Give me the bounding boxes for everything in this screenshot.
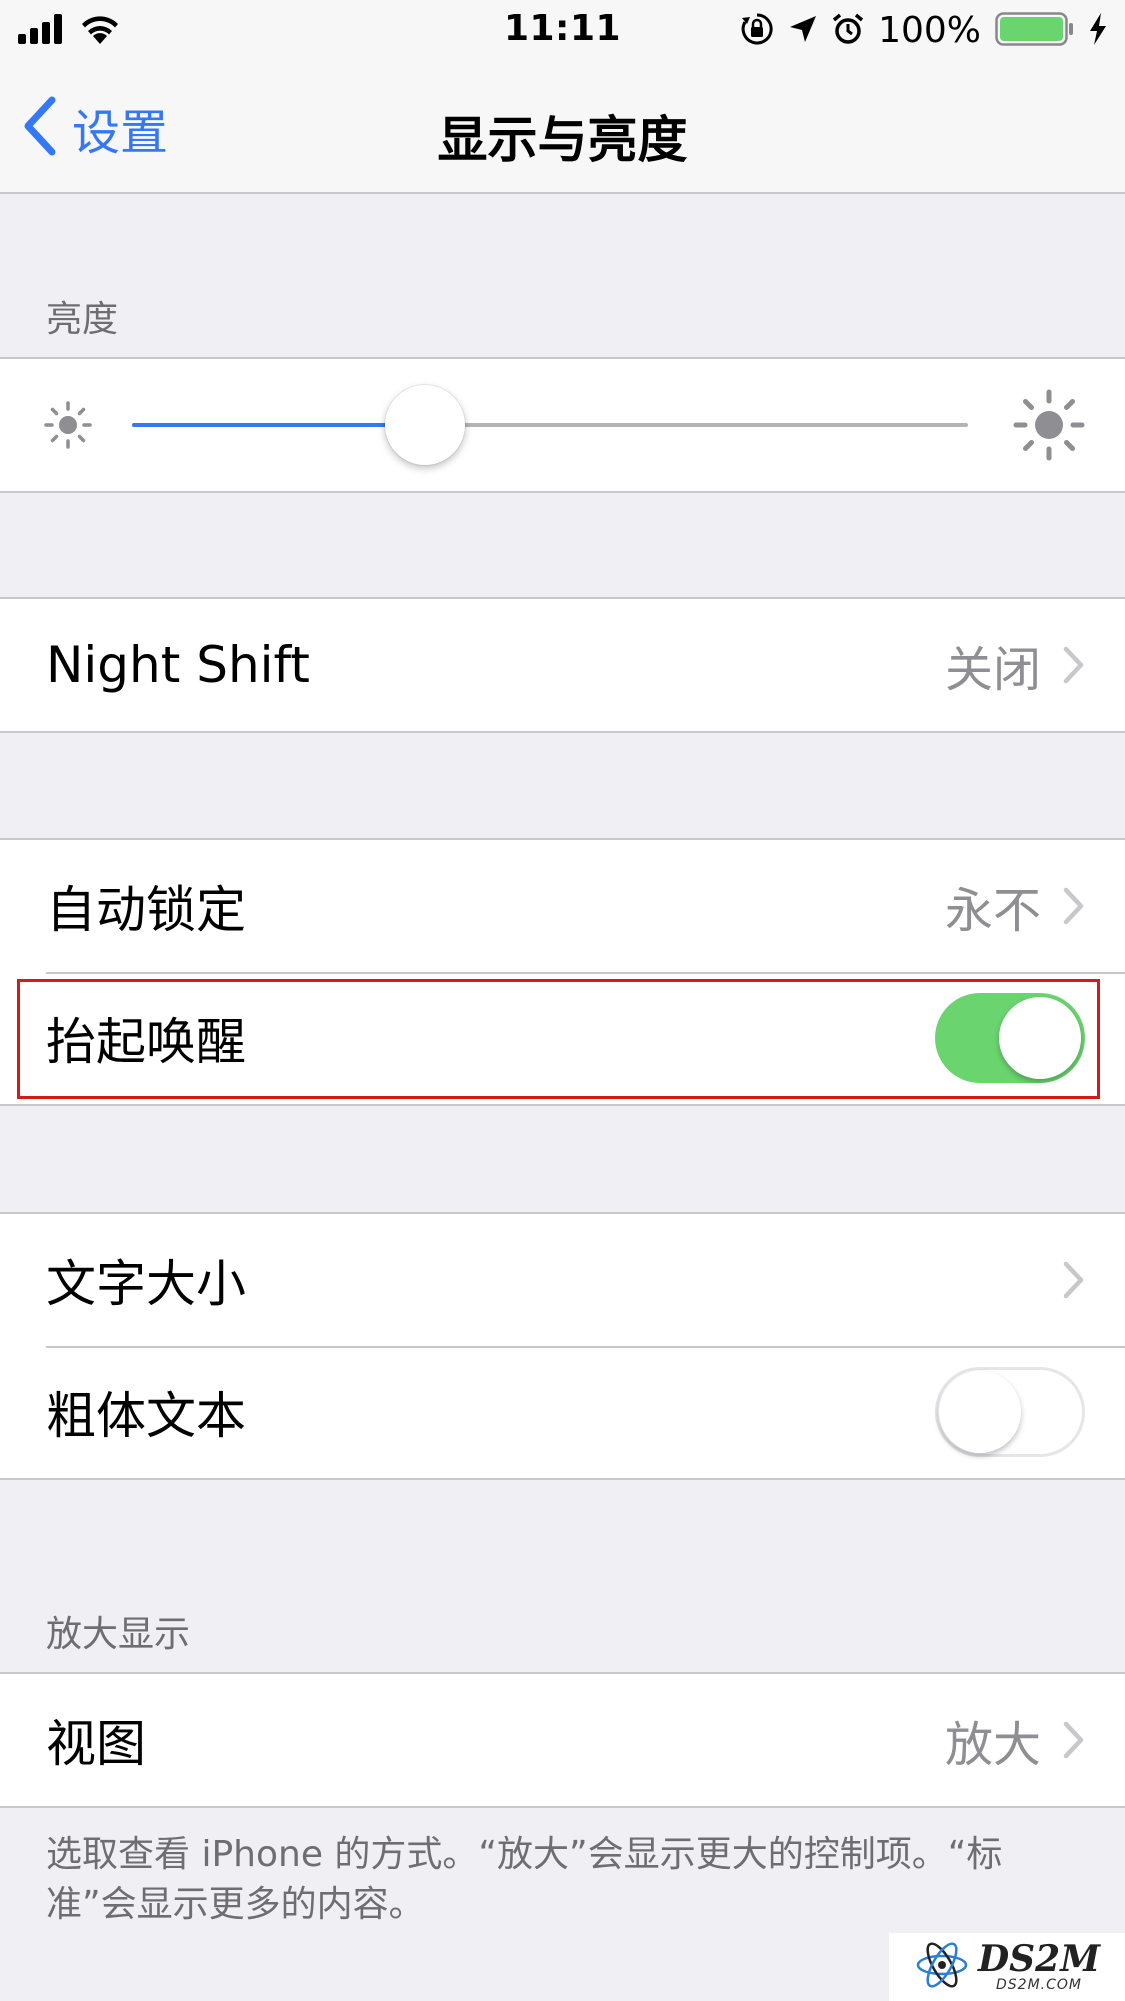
chevron-right-icon <box>1063 1261 1085 1299</box>
alarm-icon <box>832 13 864 49</box>
night-shift-group: Night Shift 关闭 <box>0 597 1125 733</box>
status-bar: 11:11 100% <box>0 0 1125 64</box>
brightness-slider-fill <box>132 423 425 427</box>
view-row[interactable]: 视图 放大 <box>0 1674 1125 1806</box>
night-shift-label: Night Shift <box>46 636 310 694</box>
toggle-knob <box>999 997 1081 1079</box>
zoom-group: 视图 放大 <box>0 1672 1125 1808</box>
zoom-header: 放大显示 <box>46 1614 191 1655</box>
brightness-slider-track[interactable] <box>132 423 968 427</box>
watermark-text: DS2M <box>977 1938 1101 1980</box>
raise-to-wake-label: 抬起唤醒 <box>46 1013 246 1071</box>
watermark: DS2M DS2M.COM <box>889 1933 1125 2001</box>
bold-text-row: 粗体文本 <box>0 1346 1125 1478</box>
brightness-slider-thumb[interactable] <box>384 385 465 465</box>
text-size-row[interactable]: 文字大小 <box>0 1214 1125 1346</box>
sun-small-icon <box>44 401 92 453</box>
auto-lock-value: 永不 <box>944 883 1041 939</box>
brightness-group <box>0 357 1125 493</box>
watermark-text-block: DS2M DS2M.COM <box>978 1941 1100 1993</box>
battery-icon <box>995 11 1075 50</box>
raise-to-wake-toggle[interactable] <box>935 993 1085 1083</box>
charging-icon <box>1089 12 1107 49</box>
brightness-slider-row <box>0 359 1125 491</box>
chevron-right-icon <box>1063 1721 1085 1759</box>
night-shift-row[interactable]: Night Shift 关闭 <box>0 599 1125 731</box>
night-shift-value: 关闭 <box>944 642 1041 698</box>
watermark-subtext: DS2M.COM <box>996 1977 1082 1993</box>
sun-large-icon <box>1013 389 1085 465</box>
brightness-header: 亮度 <box>46 299 119 340</box>
text-group: 文字大小 粗体文本 <box>0 1212 1125 1480</box>
view-label: 视图 <box>46 1715 146 1773</box>
toggle-knob <box>939 1371 1021 1453</box>
zoom-footer-note: 选取查看 iPhone 的方式。“放大”会显示更大的控制项。“标准”会显示更多的… <box>46 1834 1003 1925</box>
battery-percent: 100% <box>878 10 981 51</box>
location-icon <box>788 14 818 48</box>
navigation-bar: 设置 显示与亮度 <box>0 64 1125 192</box>
chevron-right-icon <box>1063 887 1085 925</box>
settings-screen: 11:11 100% 设置 显示与亮度 亮度 Night Shift 关闭 自动… <box>0 0 1125 2001</box>
chevron-right-icon <box>1063 646 1085 684</box>
bold-text-toggle[interactable] <box>935 1367 1085 1457</box>
status-right: 100% <box>740 10 1107 51</box>
lock-group: 自动锁定 永不 抬起唤醒 <box>0 838 1125 1106</box>
atom-logo-icon <box>914 1937 970 1997</box>
auto-lock-row[interactable]: 自动锁定 永不 <box>0 840 1125 972</box>
view-value: 放大 <box>944 1717 1041 1773</box>
bold-text-label: 粗体文本 <box>46 1387 246 1445</box>
top-bar: 11:11 100% 设置 显示与亮度 <box>0 0 1125 194</box>
auto-lock-label: 自动锁定 <box>46 881 246 939</box>
text-size-label: 文字大小 <box>46 1255 246 1313</box>
page-title: 显示与亮度 <box>437 111 688 169</box>
raise-to-wake-row: 抬起唤醒 <box>0 972 1125 1104</box>
orientation-lock-icon <box>740 12 774 50</box>
